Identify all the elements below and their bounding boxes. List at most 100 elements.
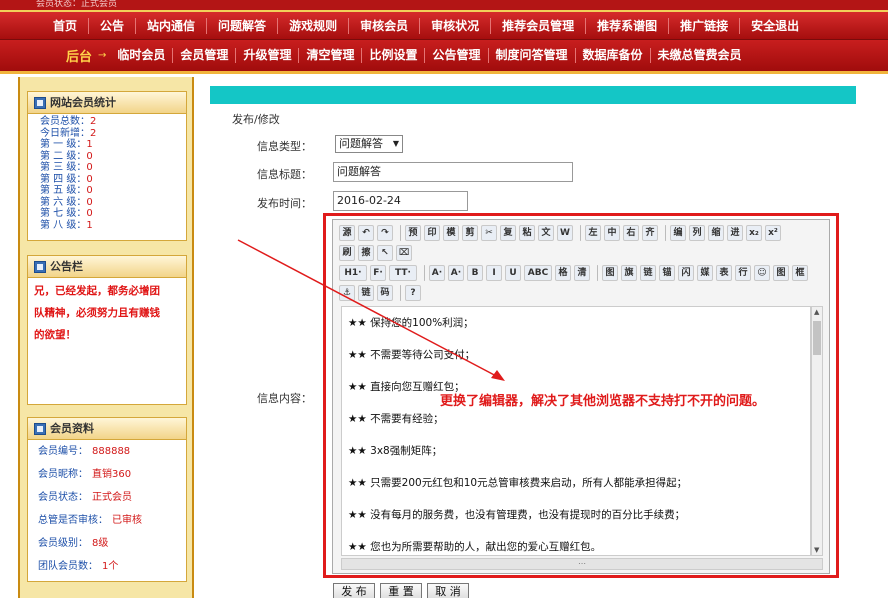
toolbar-button-icon[interactable]: 复 xyxy=(500,225,516,241)
toolbar-button-icon[interactable]: 粘 xyxy=(519,225,535,241)
toolbar-button-icon[interactable]: 媒 xyxy=(697,265,713,281)
notice-text: 兄，已经发起，都务必增团 队精神，必须努力且有赚钱 的欲望！ xyxy=(28,278,186,348)
toolbar-button-icon[interactable]: W xyxy=(557,225,573,241)
toolbar-button-icon[interactable]: 闪 xyxy=(678,265,694,281)
subnav-item[interactable]: 公告管理 xyxy=(425,48,489,63)
toolbar-button-icon[interactable]: 齐 xyxy=(642,225,658,241)
cancel-button[interactable]: 取 消 xyxy=(427,583,469,598)
toolbar-button-icon[interactable]: 旗 xyxy=(621,265,637,281)
stat-label: 第 八 级： xyxy=(40,219,87,231)
editor-scrollbar[interactable]: ▲ ▼ xyxy=(811,306,823,556)
toolbar-button-icon[interactable]: 剪 xyxy=(462,225,478,241)
nav-item[interactable]: 站内通信 xyxy=(136,17,208,34)
nav-item[interactable]: 审核会员 xyxy=(349,17,421,34)
toolbar-button-icon[interactable]: 图 xyxy=(773,265,789,281)
subnav-item[interactable]: 清空管理 xyxy=(299,48,363,63)
time-input[interactable]: 2016-02-24 xyxy=(333,191,468,211)
editor-toolbar-row-2: 刷擦 ↖ ⌧ xyxy=(339,243,415,263)
backend-home-label[interactable]: 后台 xyxy=(66,46,92,65)
type-select[interactable]: 问题解答 ▼ xyxy=(335,135,403,153)
toolbar-button-icon[interactable]: 源 xyxy=(339,225,355,241)
toolbar-button-icon[interactable]: 编 xyxy=(670,225,686,241)
toolbar-button-icon[interactable]: ? xyxy=(405,285,421,301)
toolbar-button-icon[interactable]: 刷 xyxy=(339,245,355,261)
toolbar-button-icon[interactable]: 码 xyxy=(377,285,393,301)
subnav-item[interactable]: 未缴总管费会员 xyxy=(651,48,749,63)
info-value: 8级 xyxy=(92,538,109,549)
title-input[interactable]: 问题解答 xyxy=(333,162,573,182)
stat-row: 今日新增：2 xyxy=(40,128,186,140)
info-label: 会员昵称： xyxy=(38,469,88,480)
nav-item[interactable]: 首页 xyxy=(42,17,90,34)
submit-button[interactable]: 发 布 xyxy=(333,583,375,598)
nav-item[interactable]: 推广链接 xyxy=(669,17,741,34)
scroll-thumb[interactable] xyxy=(813,321,821,355)
nav-item[interactable]: 推荐系谱图 xyxy=(586,17,670,34)
toolbar-button-icon[interactable]: A· xyxy=(448,265,464,281)
toolbar-button-icon[interactable]: x₂ xyxy=(746,225,762,241)
nav-item[interactable]: 游戏规则 xyxy=(278,17,350,34)
stat-row: 第 二 级：0 xyxy=(40,151,186,163)
stat-value: 0 xyxy=(86,150,93,162)
toolbar-button-icon[interactable]: ✂ xyxy=(481,225,497,241)
nav-item[interactable]: 审核状况 xyxy=(420,17,492,34)
info-row: 团队会员数： 1个 xyxy=(28,555,186,578)
subnav-item[interactable]: 临时会员 xyxy=(110,48,174,63)
toolbar-button-icon[interactable]: F· xyxy=(370,265,386,281)
breadcrumb: 发布/修改 xyxy=(232,113,280,126)
subnav-item[interactable]: 数据库备份 xyxy=(576,48,651,63)
toolbar-button-icon[interactable]: I xyxy=(486,265,502,281)
nav-item[interactable]: 问题解答 xyxy=(207,17,279,34)
toolbar-button-icon[interactable]: 进 xyxy=(727,225,743,241)
toolbar-button-icon[interactable]: 清 xyxy=(574,265,590,281)
stat-value: 1 xyxy=(86,219,93,231)
toolbar-button-icon[interactable]: B xyxy=(467,265,483,281)
toolbar-button-icon[interactable]: 擦 xyxy=(358,245,374,261)
nav-item[interactable]: 安全退出 xyxy=(740,18,810,34)
toolbar-button-icon[interactable]: 模 xyxy=(443,225,459,241)
editor-line: ★★ 不需要等待公司支付； xyxy=(348,349,476,361)
subnav-item[interactable]: 会员管理 xyxy=(173,48,237,63)
toolbar-button-icon[interactable]: ⌧ xyxy=(396,245,412,261)
toolbar-button-icon[interactable]: 印 xyxy=(424,225,440,241)
nav-item[interactable]: 公告 xyxy=(89,17,137,34)
toolbar-button-icon[interactable]: 链 xyxy=(358,285,374,301)
toolbar-button-icon[interactable]: 格 xyxy=(555,265,571,281)
toolbar-button-icon[interactable]: ABC xyxy=(524,265,552,281)
scroll-up-icon[interactable]: ▲ xyxy=(814,308,819,316)
toolbar-button-icon[interactable]: 文 xyxy=(538,225,554,241)
toolbar-button-icon[interactable]: 列 xyxy=(689,225,705,241)
toolbar-button-icon[interactable]: 表 xyxy=(716,265,732,281)
stat-row: 第 八 级：1 xyxy=(40,220,186,232)
subnav-item[interactable]: 比例设置 xyxy=(362,48,426,63)
toolbar-button-icon[interactable]: A· xyxy=(429,265,445,281)
nav-item[interactable]: 推荐会员管理 xyxy=(491,17,587,34)
toolbar-button-icon[interactable]: 图 xyxy=(602,265,618,281)
notice-panel-header: 公告栏 xyxy=(28,256,186,278)
toolbar-button-icon[interactable]: 预 xyxy=(405,225,421,241)
reset-button[interactable]: 重 置 xyxy=(380,583,422,598)
subnav-item[interactable]: 升级管理 xyxy=(236,48,300,63)
toolbar-button-icon[interactable]: x² xyxy=(765,225,781,241)
editor-content[interactable]: ★★ 保持您的100%利润； ★★ 不需要等待公司支付； ★★ 直接向您互赠红包； ★… xyxy=(341,306,811,556)
toolbar-button-icon[interactable]: ⚓ xyxy=(339,285,355,301)
toolbar-button-icon[interactable]: 链 xyxy=(640,265,656,281)
stats-panel: 网站会员统计 会员总数：2 今日新增：2 第 一 级：1 第 二 级：0 第 三 级：0… xyxy=(27,91,187,241)
toolbar-button-icon[interactable]: ☺ xyxy=(754,265,770,281)
toolbar-button-icon[interactable]: 行 xyxy=(735,265,751,281)
scroll-down-icon[interactable]: ▼ xyxy=(814,546,819,554)
toolbar-button-icon[interactable]: 左 xyxy=(585,225,601,241)
toolbar-button-icon[interactable]: 锚 xyxy=(659,265,675,281)
toolbar-button-icon[interactable]: H1· xyxy=(339,265,367,281)
subnav-item[interactable]: 制度问答管理 xyxy=(489,48,576,63)
toolbar-button-icon[interactable]: TT· xyxy=(389,265,417,281)
toolbar-button-icon[interactable]: ↖ xyxy=(377,245,393,261)
editor-resize-handle[interactable]: ⋯ xyxy=(341,558,823,570)
toolbar-button-icon[interactable]: 缩 xyxy=(708,225,724,241)
toolbar-button-icon[interactable]: 右 xyxy=(623,225,639,241)
toolbar-button-icon[interactable]: ↷ xyxy=(377,225,393,241)
toolbar-button-icon[interactable]: U xyxy=(505,265,521,281)
toolbar-button-icon[interactable]: 框 xyxy=(792,265,808,281)
toolbar-button-icon[interactable]: ↶ xyxy=(358,225,374,241)
toolbar-button-icon[interactable]: 中 xyxy=(604,225,620,241)
